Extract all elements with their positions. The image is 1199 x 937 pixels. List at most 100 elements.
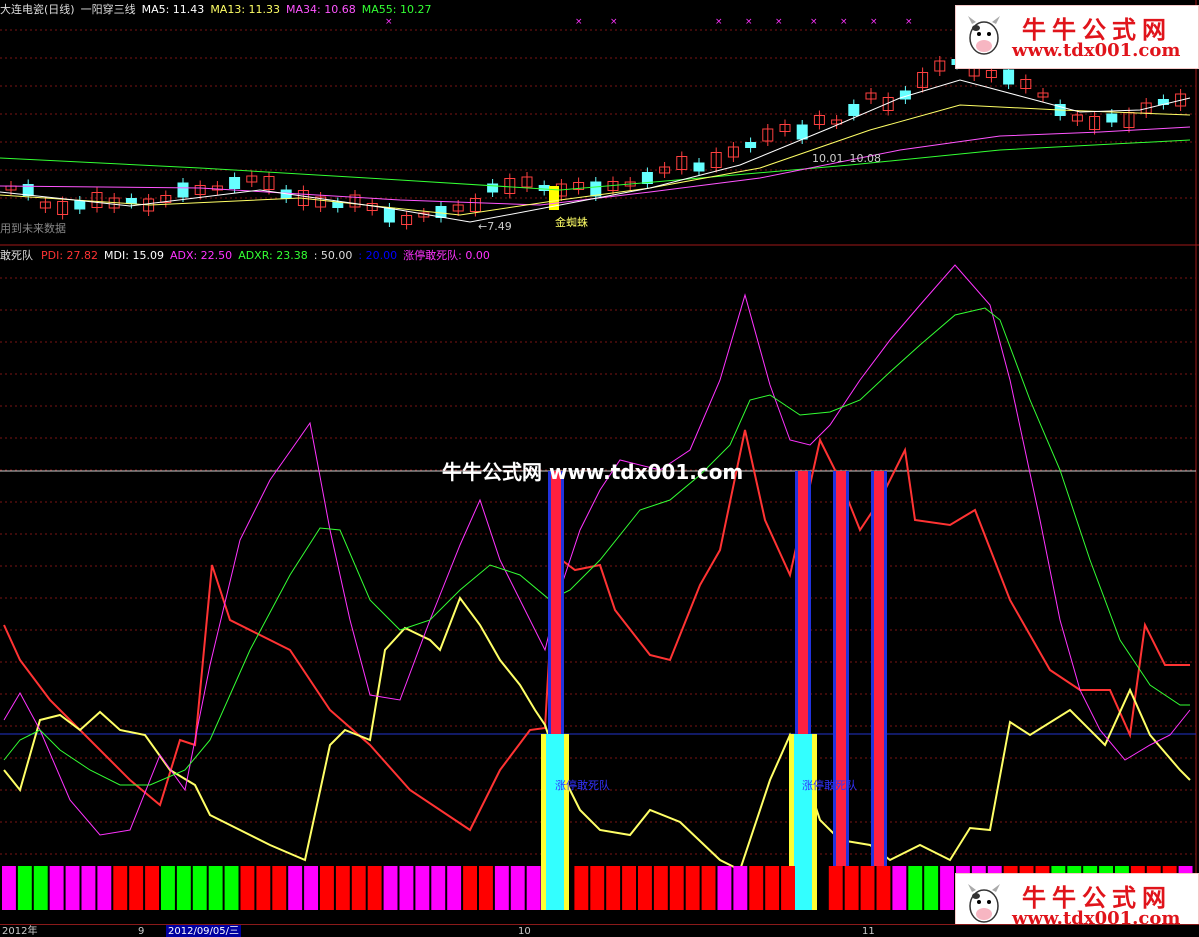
candle-body (74, 200, 86, 210)
strip-cell (510, 866, 525, 910)
axis-label-sep: 9 (138, 926, 145, 937)
strip-cell (399, 866, 414, 910)
strip-cell (272, 866, 287, 910)
signal-marker: × (775, 17, 783, 27)
signal-marker: × (810, 17, 818, 27)
axis-label-nov: 11 (862, 926, 875, 937)
signal-marker: × (715, 17, 723, 27)
strip-cell (463, 866, 477, 910)
chart-window: { "top_panel": { "title": "大连电瓷(日线)", "i… (0, 0, 1199, 937)
candle-body (332, 202, 344, 208)
strip-cell (351, 866, 366, 910)
strip-cell (701, 866, 716, 910)
strip-cell (479, 866, 493, 910)
strip-cell (765, 866, 780, 910)
mdi-value: MDI: 15.09 (104, 249, 164, 262)
indicator-name: 一阳穿三线 (80, 3, 136, 16)
candle-body (848, 104, 860, 116)
spike-bar-4-edge-r (884, 471, 887, 866)
signal-marker: × (745, 17, 753, 27)
cow-logo-icon (968, 884, 1000, 923)
cow-logo-icon (968, 16, 1000, 55)
strip-cell (176, 866, 191, 910)
golden-spider-label: 金蜘蛛 (555, 216, 588, 229)
signal-column-1 (546, 734, 564, 910)
strip-cell (669, 866, 684, 910)
strip-cell (17, 866, 32, 910)
spike-bar-4-edge-l (871, 471, 874, 866)
level-label: 10.01 10.08 (812, 152, 887, 166)
bottom-header: 敢死队 PDI: 27.82 MDI: 15.09 ADX: 22.50 ADXR: 2… (0, 249, 496, 263)
ma5-value: MA5: 11.43 (141, 3, 205, 16)
axis-label-oct: 10 (518, 926, 531, 937)
low-price-label: ←7.49 (478, 220, 512, 233)
strip-cell (288, 866, 303, 910)
strip-cell (240, 866, 255, 910)
strip-cell (208, 866, 223, 910)
adxr-value: ADXR: 23.38 (238, 249, 308, 262)
adx-value: ADX: 22.50 (169, 249, 233, 262)
spike-bar-2-edge-r (808, 471, 811, 734)
strip-cell (81, 866, 96, 910)
strip-cell (638, 866, 652, 910)
strip-cell (192, 866, 207, 910)
candle-body (538, 185, 550, 191)
strip-cell (908, 866, 923, 910)
signal-marker: × (385, 17, 393, 27)
spike-bar-2-edge-l (795, 471, 798, 734)
strip-cell (145, 866, 159, 910)
candle-body (435, 206, 447, 218)
panel-title: 敢死队 (0, 249, 33, 262)
ma5-line (0, 79, 1191, 223)
strip-cell (860, 866, 875, 910)
adxr-line (3, 307, 1190, 786)
strip-cell (828, 866, 843, 910)
axis-label-year: 2012年 (2, 926, 38, 937)
signal-value: 涨停敢死队: 0.00 (403, 249, 490, 262)
strip-cell (749, 866, 764, 910)
candle-body (1003, 69, 1015, 85)
signal-marker: × (905, 17, 913, 27)
level-label-b: 10.08 (849, 152, 882, 165)
strip-cell (892, 866, 907, 910)
strip-cell (685, 866, 700, 910)
strip-cell (653, 866, 668, 910)
candle-body (796, 124, 808, 140)
strip-cell (383, 866, 398, 910)
top-header: 大连电瓷(日线) 一阳穿三线 MA5: 11.43 MA13: 11.33 MA34: … (0, 3, 437, 17)
future-data-note: 用到未来数据 (0, 222, 66, 235)
strip-cell (320, 866, 334, 910)
spike-bar-1-edge-r (561, 471, 564, 734)
strip-cell (526, 866, 541, 910)
logo-top: 牛牛公式网 www.tdx001.com (955, 5, 1199, 69)
strip-cell (431, 866, 446, 910)
strip-cell (304, 866, 318, 910)
ma55-value: MA55: 10.27 (361, 3, 432, 16)
signal-marker: × (870, 17, 878, 27)
ma34-value: MA34: 10.68 (286, 3, 356, 16)
signal-marker: × (575, 17, 583, 27)
signal-column-2 (794, 734, 812, 910)
bar-label-2: 涨停敢死队 (802, 779, 857, 792)
strip-cell (574, 866, 589, 910)
logo-top-url: www.tdx001.com (1012, 40, 1181, 61)
x-axis: 2012年 9 2012/09/05/三 10 11 (0, 924, 1199, 937)
strip-cell (161, 866, 175, 910)
candle-body (229, 177, 241, 189)
ref50-value: : 50.00 (313, 249, 353, 262)
signal-column-1-y1 (541, 734, 546, 910)
strip-cell (924, 866, 939, 910)
candle-body (693, 162, 705, 172)
signal-marker: × (610, 17, 618, 27)
axis-label-cursor-date[interactable]: 2012/09/05/三 (166, 925, 242, 937)
strip-cell (65, 866, 80, 910)
signal-column-1-y2 (564, 734, 569, 910)
strip-cell (129, 866, 144, 910)
center-watermark: 牛牛公式网 www.tdx001.com (442, 460, 744, 484)
spike-bar-3-edge-l (833, 471, 836, 866)
strip-cell (367, 866, 382, 910)
candle-body (745, 142, 757, 148)
strip-cell (2, 866, 16, 910)
strip-cell (622, 866, 636, 910)
strip-cell (606, 866, 621, 910)
